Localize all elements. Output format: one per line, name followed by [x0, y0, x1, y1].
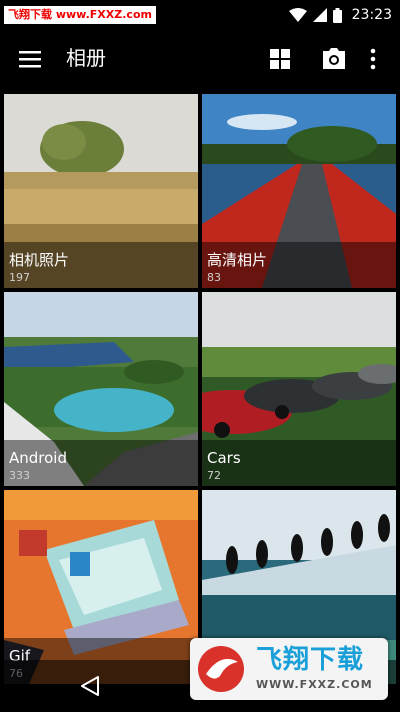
watermark-logo-icon — [198, 646, 244, 692]
album-name: 相机照片 — [9, 251, 70, 269]
album-count: 72 — [207, 469, 221, 482]
clock: 23:23 — [351, 7, 392, 23]
album-count: 333 — [9, 469, 30, 482]
camera-icon[interactable] — [321, 47, 347, 71]
watermark-title: 飞翔下载 — [256, 645, 365, 675]
album-tile[interactable]: 相机照片 197 — [4, 94, 198, 288]
album-name: 高清相片 — [207, 251, 268, 269]
album-name: Cars — [207, 449, 241, 467]
album-count: 197 — [9, 271, 30, 284]
album-name: Android — [9, 449, 67, 467]
grid-icon[interactable] — [268, 47, 292, 71]
wifi-icon — [288, 8, 307, 22]
signal-icon — [312, 8, 327, 22]
album-tile[interactable]: Android 333 — [4, 292, 198, 486]
menu-icon[interactable] — [18, 48, 44, 70]
album-tile[interactable]: Cars 72 — [202, 292, 396, 486]
album-tile[interactable]: Gif 76 — [4, 490, 198, 684]
more-vert-icon[interactable] — [366, 47, 380, 71]
watermark-bottom: 飞翔下载 WWW.FXXZ.COM — [190, 638, 388, 700]
page-title: 相册 — [66, 46, 106, 70]
watermark-url: WWW.FXXZ.COM — [256, 678, 373, 691]
app-bar: 相册 — [0, 30, 400, 88]
status-bar: 飞翔下载 www.FXXZ.com 23:23 — [0, 0, 400, 30]
album-tile[interactable]: 高清相片 83 — [202, 94, 396, 288]
album-count: 83 — [207, 271, 221, 284]
battery-icon — [332, 7, 342, 23]
back-icon[interactable] — [78, 674, 102, 698]
system-icons: 23:23 — [288, 5, 392, 25]
watermark-top: 飞翔下载 www.FXXZ.com — [4, 6, 156, 24]
